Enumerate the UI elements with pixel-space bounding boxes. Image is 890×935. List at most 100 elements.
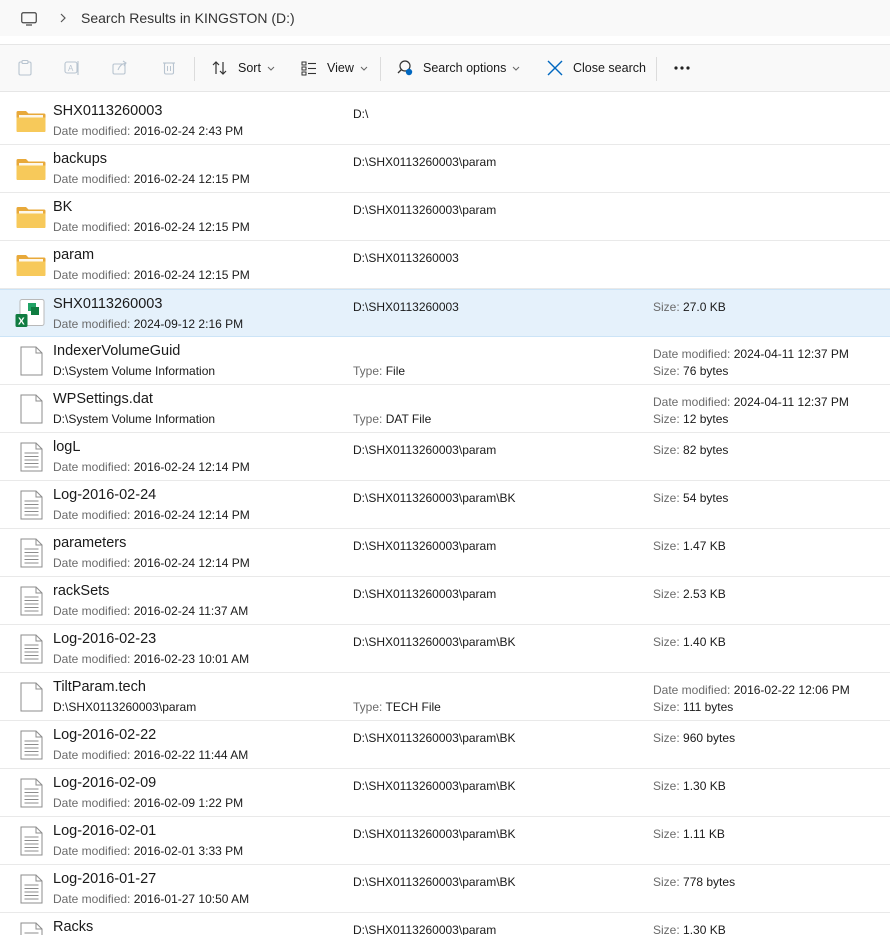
file-icon	[15, 393, 47, 425]
file-name: SHX0113260003	[53, 103, 163, 119]
file-location: D:\SHX0113260003\param\BK	[353, 731, 516, 745]
file-date-modified: Date modified: 2016-02-24 12:15 PM	[53, 220, 250, 234]
file-row[interactable]: Log-2016-02-24 Date modified: 2016-02-24 …	[0, 481, 890, 529]
sort-button[interactable]: Sort	[210, 45, 275, 91]
file-size: Size: 111 bytes	[653, 700, 734, 714]
address-bar[interactable]: Search Results in KINGSTON (D:)	[0, 0, 890, 36]
text-file-icon	[15, 873, 47, 905]
toolbar-divider	[656, 57, 657, 81]
file-row[interactable]: Racks D:\SHX0113260003\param Size: 1.30 KB	[0, 913, 890, 935]
file-size: Size: 1.11 KB	[653, 827, 725, 841]
file-date-modified: Date modified: 2016-02-24 12:14 PM	[53, 508, 250, 522]
paste-button[interactable]	[15, 45, 35, 91]
file-name: param	[53, 247, 95, 263]
text-file-icon	[15, 537, 47, 569]
this-pc-icon[interactable]	[21, 11, 37, 26]
svg-text:A: A	[68, 64, 74, 73]
file-type: Type: DAT File	[353, 412, 432, 426]
file-size: Size: 76 bytes	[653, 364, 729, 378]
file-size: Size: 54 bytes	[653, 491, 729, 505]
file-date-modified: Date modified: 2016-02-22 11:44 AM	[53, 748, 249, 762]
file-name: WPSettings.dat	[53, 391, 153, 407]
file-row[interactable]: IndexerVolumeGuid D:\System Volume Inform…	[0, 337, 890, 385]
file-row[interactable]: logL Date modified: 2016-02-24 12:14 PM D:…	[0, 433, 890, 481]
file-name: logL	[53, 439, 81, 455]
more-icon	[672, 58, 692, 78]
rename-button[interactable]: A	[62, 45, 82, 91]
close-icon	[545, 58, 565, 78]
file-icon	[15, 345, 47, 377]
file-location: D:\SHX0113260003\param	[353, 443, 497, 457]
text-file-icon	[15, 825, 47, 857]
file-date-modified: Date modified: 2016-02-24 11:37 AM	[53, 604, 249, 618]
excel-icon: X	[15, 298, 47, 330]
toolbar-divider	[380, 57, 381, 81]
file-size: Size: 2.53 KB	[653, 587, 726, 601]
file-row[interactable]: backups Date modified: 2016-02-24 12:15 P…	[0, 145, 890, 193]
chevron-right-icon[interactable]	[59, 11, 67, 26]
view-label: View	[327, 61, 354, 75]
svg-text:X: X	[18, 317, 25, 328]
file-date-modified: Date modified: 2024-04-11 12:37 PM	[653, 395, 849, 409]
file-date-modified: Date modified: 2016-02-24 12:14 PM	[53, 556, 250, 570]
file-date-modified: Date modified: 2016-02-24 12:15 PM	[53, 268, 250, 282]
share-icon	[110, 58, 130, 78]
file-row[interactable]: parameters Date modified: 2016-02-24 12:1…	[0, 529, 890, 577]
text-file-icon	[15, 921, 47, 935]
view-icon	[299, 58, 319, 78]
file-location: D:\SHX0113260003\param\BK	[353, 827, 516, 841]
more-button[interactable]	[672, 45, 692, 91]
file-row[interactable]: Log-2016-01-27 Date modified: 2016-01-27 …	[0, 865, 890, 913]
text-file-icon	[15, 489, 47, 521]
chevron-down-icon	[513, 66, 520, 71]
search-options-button[interactable]: Search options	[395, 45, 520, 91]
file-row[interactable]: Log-2016-02-09 Date modified: 2016-02-09 …	[0, 769, 890, 817]
file-size: Size: 778 bytes	[653, 875, 736, 889]
file-row[interactable]: Log-2016-02-22 Date modified: 2016-02-22 …	[0, 721, 890, 769]
file-row[interactable]: X SHX0113260003 Date modified: 2024-09-12 …	[0, 289, 890, 337]
text-file-icon	[15, 633, 47, 665]
file-row[interactable]: Log-2016-02-01 Date modified: 2016-02-01 …	[0, 817, 890, 865]
file-row[interactable]: WPSettings.dat D:\System Volume Informati…	[0, 385, 890, 433]
toolbar-divider	[194, 57, 195, 81]
text-file-icon	[15, 777, 47, 809]
file-date-modified: Date modified: 2016-02-24 12:15 PM	[53, 172, 250, 186]
file-name: BK	[53, 199, 73, 215]
file-location: D:\SHX0113260003	[353, 300, 459, 314]
file-name: parameters	[53, 535, 127, 551]
file-location: D:\SHX0113260003\param	[353, 539, 497, 553]
trash-icon	[159, 58, 179, 78]
file-location: D:\SHX0113260003\param	[53, 700, 197, 714]
file-location: D:\SHX0113260003\param\BK	[353, 635, 516, 649]
file-row[interactable]: SHX0113260003 Date modified: 2016-02-24 2…	[0, 97, 890, 145]
file-date-modified: Date modified: 2016-02-24 12:14 PM	[53, 460, 250, 474]
file-location: D:\	[353, 107, 369, 121]
file-size: Size: 1.40 KB	[653, 635, 726, 649]
chevron-down-icon	[360, 66, 368, 71]
folder-icon	[15, 153, 47, 185]
file-row[interactable]: BK Date modified: 2016-02-24 12:15 PM D:\S…	[0, 193, 890, 241]
search-options-label: Search options	[423, 61, 507, 75]
folder-icon	[15, 249, 47, 281]
chevron-down-icon	[267, 66, 275, 71]
file-row[interactable]: Log-2016-02-23 Date modified: 2016-02-23 …	[0, 625, 890, 673]
view-button[interactable]: View	[299, 45, 368, 91]
file-name: SHX0113260003	[53, 296, 163, 312]
delete-button[interactable]	[159, 45, 179, 91]
file-row[interactable]: rackSets Date modified: 2016-02-24 11:37 …	[0, 577, 890, 625]
file-row[interactable]: TiltParam.tech D:\SHX0113260003\param Type…	[0, 673, 890, 721]
file-row[interactable]: param Date modified: 2016-02-24 12:15 PM D…	[0, 241, 890, 289]
file-location: D:\SHX0113260003\param	[353, 203, 497, 217]
close-search-button[interactable]: Close search	[545, 45, 646, 91]
file-date-modified: Date modified: 2016-02-22 12:06 PM	[653, 683, 850, 697]
file-date-modified: Date modified: 2016-02-23 10:01 AM	[53, 652, 250, 666]
file-name: Log-2016-02-24	[53, 487, 157, 503]
close-search-label: Close search	[573, 61, 646, 75]
rename-icon: A	[62, 58, 82, 78]
share-button[interactable]	[110, 45, 130, 91]
file-size: Size: 960 bytes	[653, 731, 736, 745]
file-name: Racks	[53, 919, 94, 935]
file-name: Log-2016-02-09	[53, 775, 157, 791]
command-bar: A Sort View Search options Close search	[0, 44, 890, 92]
address-path[interactable]: Search Results in KINGSTON (D:)	[81, 10, 295, 26]
